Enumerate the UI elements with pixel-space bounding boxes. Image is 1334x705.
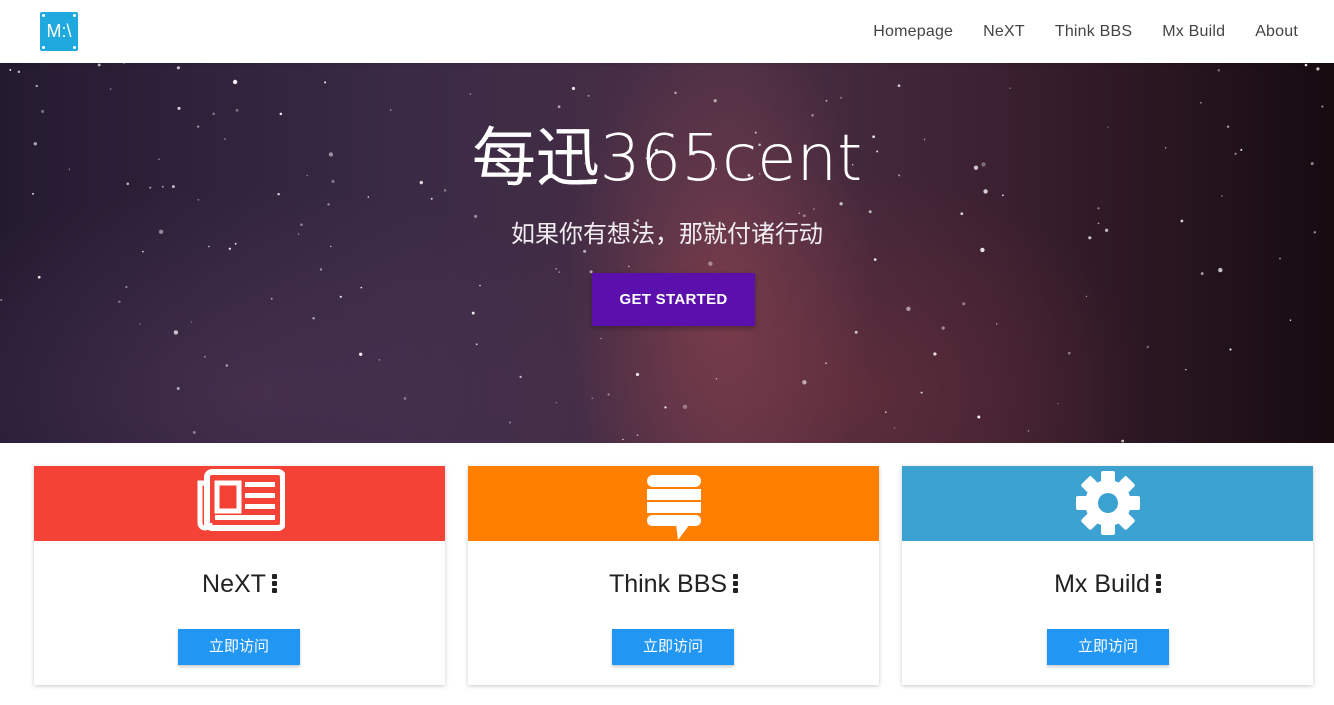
card-title: NeXT — [34, 570, 445, 599]
card-header — [902, 466, 1313, 541]
more-vert-icon[interactable] — [733, 574, 739, 593]
visit-button[interactable]: 立即访问 — [1047, 629, 1169, 665]
nav-menu: Homepage NeXT Think BBS Mx Build About — [843, 0, 1298, 63]
nav-link-think-bbs[interactable]: Think BBS — [1055, 23, 1132, 41]
card-header — [34, 466, 445, 541]
more-vert-icon[interactable] — [1155, 574, 1161, 593]
forum-icon — [647, 475, 701, 540]
hero-banner: 每迅365cent 如果你有想法，那就付诸行动 GET STARTED — [0, 63, 1334, 443]
card-title: Think BBS — [468, 570, 879, 599]
card-title-text: Mx Build — [1054, 570, 1150, 598]
card-think-bbs: Think BBS 立即访问 — [468, 466, 879, 685]
visit-button[interactable]: 立即访问 — [612, 629, 734, 665]
get-started-button[interactable]: GET STARTED — [592, 273, 755, 326]
nav-link-next[interactable]: NeXT — [983, 23, 1025, 41]
hero-subtitle: 如果你有想法，那就付诸行动 — [511, 220, 823, 248]
card-mx-build: Mx Build 立即访问 — [902, 466, 1313, 685]
card-header — [468, 466, 879, 541]
more-vert-icon[interactable] — [271, 574, 277, 593]
hero-title: 每迅365cent — [471, 122, 863, 196]
navbar: M:\ Homepage NeXT Think BBS Mx Build Abo… — [0, 0, 1334, 63]
nav-link-mx-build[interactable]: Mx Build — [1162, 23, 1225, 41]
card-title: Mx Build — [902, 570, 1313, 599]
card-title-text: Think BBS — [608, 570, 728, 598]
logo-text: M:\ — [46, 21, 72, 41]
card-title-text: NeXT — [202, 570, 266, 598]
visit-button[interactable]: 立即访问 — [178, 629, 300, 665]
card-next: NeXT 立即访问 — [34, 466, 445, 685]
site-logo[interactable]: M:\ — [40, 12, 78, 51]
nav-link-about[interactable]: About — [1255, 23, 1298, 41]
newspaper-icon — [197, 469, 285, 531]
gear-icon — [1076, 471, 1140, 535]
nav-link-homepage[interactable]: Homepage — [873, 23, 953, 41]
